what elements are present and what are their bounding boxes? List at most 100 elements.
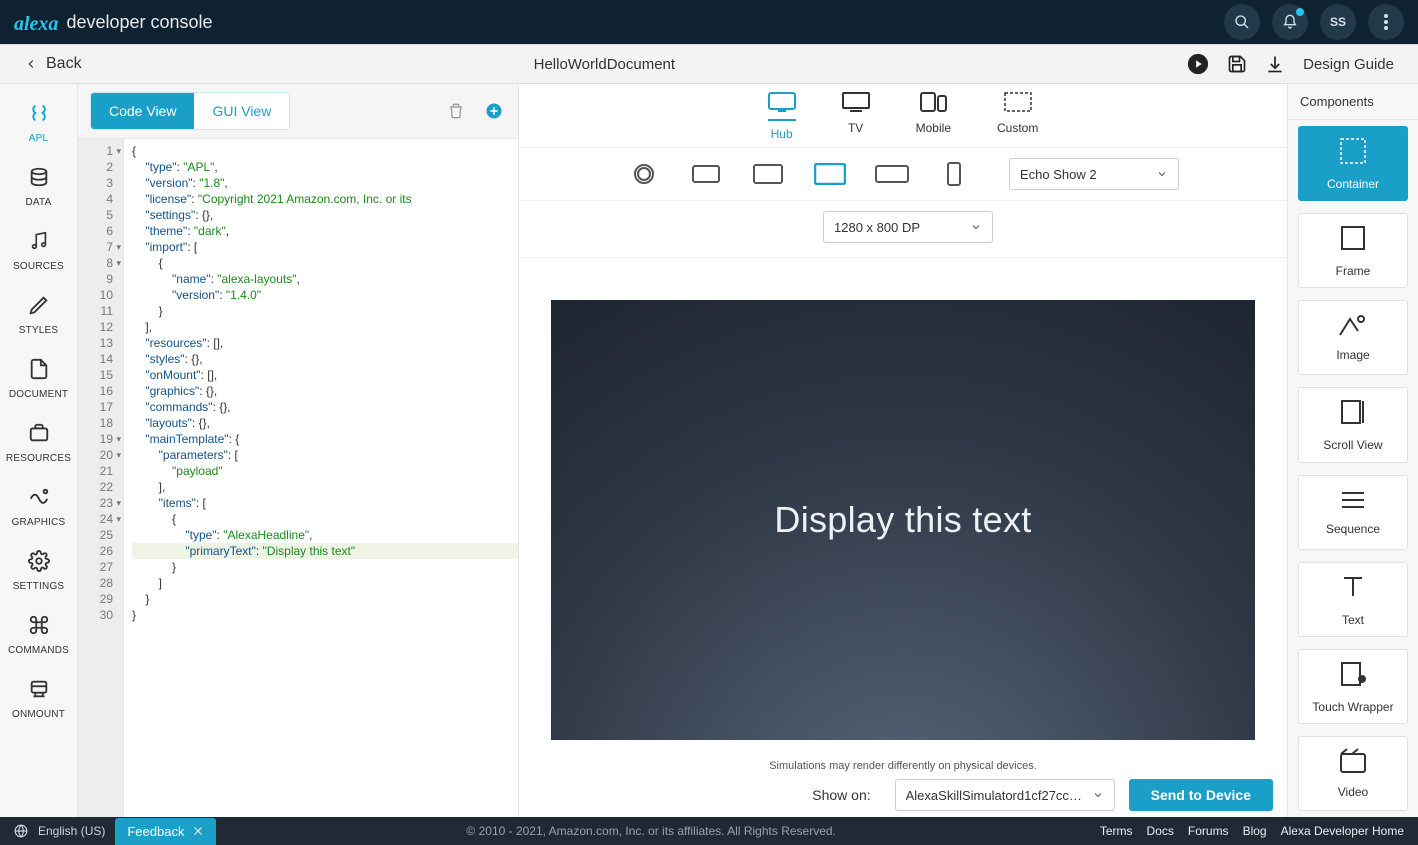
code-line[interactable]: "type": "AlexaHeadline", (132, 527, 518, 543)
component-touchwrapper[interactable]: Touch Wrapper (1298, 649, 1408, 724)
code-line[interactable]: "items": [ (132, 495, 518, 511)
alexa-logo: alexa (14, 13, 58, 36)
rail-item-data[interactable]: DATA (0, 158, 78, 216)
play-icon (1187, 53, 1209, 75)
code-line[interactable]: "type": "APL", (132, 159, 518, 175)
rail-item-graphics[interactable]: GRAPHICS (0, 478, 78, 536)
footer-link-blog[interactable]: Blog (1243, 824, 1267, 838)
code-line[interactable]: "onMount": [], (132, 367, 518, 383)
code-line[interactable]: "payload" (132, 463, 518, 479)
hub-icon (768, 92, 796, 121)
viewport-dp-select[interactable]: 1280 x 800 DP (823, 211, 993, 243)
code-line[interactable]: "name": "alexa-layouts", (132, 271, 518, 287)
rail-item-label: COMMANDS (8, 645, 69, 656)
show-on-select[interactable]: AlexaSkillSimulatord1cf27cc-79c5… (895, 779, 1115, 811)
code-line[interactable]: "import": [ (132, 239, 518, 255)
code-line[interactable]: "license": "Copyright 2021 Amazon.com, I… (132, 191, 518, 207)
design-guide-link[interactable]: Design Guide (1303, 56, 1394, 73)
document-icon (28, 358, 50, 385)
code-line[interactable]: { (132, 255, 518, 271)
device-tab-custom[interactable]: Custom (997, 92, 1038, 141)
code-line[interactable]: "parameters": [ (132, 447, 518, 463)
component-image[interactable]: Image (1298, 300, 1408, 375)
code-line[interactable]: "commands": {}, (132, 399, 518, 415)
canvas-headline-text: Display this text (774, 499, 1031, 541)
size-round[interactable] (627, 162, 661, 186)
code-line[interactable]: { (132, 511, 518, 527)
search-button[interactable] (1224, 4, 1260, 40)
code-line[interactable]: "version": "1.8", (132, 175, 518, 191)
rail-item-resources[interactable]: RESOURCES (0, 414, 78, 472)
notifications-button[interactable] (1272, 4, 1308, 40)
footer-link-docs[interactable]: Docs (1147, 824, 1174, 838)
rail-item-sources[interactable]: SOURCES (0, 222, 78, 280)
code-line[interactable]: "graphics": {}, (132, 383, 518, 399)
account-avatar[interactable]: SS (1320, 4, 1356, 40)
rail-item-onmount[interactable]: ONMOUNT (0, 670, 78, 728)
code-line[interactable]: "theme": "dark", (132, 223, 518, 239)
code-editor[interactable]: 1234567891011121314151617181920212223242… (78, 139, 518, 817)
footer-link-alexa-developer-home[interactable]: Alexa Developer Home (1281, 824, 1404, 838)
rail-item-commands[interactable]: COMMANDS (0, 606, 78, 664)
language-selector[interactable]: English (US) (38, 824, 105, 838)
chevron-down-icon (1156, 168, 1168, 180)
more-menu-button[interactable] (1368, 4, 1404, 40)
code-line[interactable]: "styles": {}, (132, 351, 518, 367)
device-category-tabs: Hub TV Mobile Custom (519, 84, 1287, 148)
code-line[interactable]: "version": "1.4.0" (132, 287, 518, 303)
component-text[interactable]: Text (1298, 562, 1408, 637)
component-scrollview[interactable]: Scroll View (1298, 387, 1408, 462)
rail-item-label: ONMOUNT (12, 709, 65, 720)
code-line[interactable]: "primaryText": "Display this text" (132, 543, 518, 559)
component-sequence[interactable]: Sequence (1298, 475, 1408, 550)
size-small-landscape[interactable] (689, 162, 723, 186)
size-medium-landscape[interactable] (751, 162, 785, 186)
code-line[interactable]: } (132, 559, 518, 575)
size-portrait[interactable] (937, 162, 971, 186)
code-line[interactable]: } (132, 303, 518, 319)
rail-item-styles[interactable]: STYLES (0, 286, 78, 344)
save-button[interactable] (1227, 54, 1247, 74)
copyright: © 2010 - 2021, Amazon.com, Inc. or its a… (226, 824, 1075, 838)
tab-gui-view[interactable]: GUI View (194, 93, 289, 129)
footer-link-forums[interactable]: Forums (1188, 824, 1229, 838)
device-tab-mobile[interactable]: Mobile (916, 92, 951, 141)
code-line[interactable]: } (132, 591, 518, 607)
component-label: Sequence (1326, 522, 1380, 536)
size-large-landscape[interactable] (813, 162, 847, 186)
component-video[interactable]: Video (1298, 736, 1408, 811)
add-button[interactable] (482, 99, 506, 123)
device-tab-hub[interactable]: Hub (768, 92, 796, 141)
rect-wide-icon (875, 165, 909, 183)
code-line[interactable]: } (132, 607, 518, 623)
play-button[interactable] (1187, 53, 1209, 75)
code-line[interactable]: "mainTemplate": { (132, 431, 518, 447)
code-line[interactable]: ], (132, 319, 518, 335)
rect-portrait-icon (947, 162, 961, 186)
code-line[interactable]: ] (132, 575, 518, 591)
code-line[interactable]: "layouts": {}, (132, 415, 518, 431)
device-tab-tv[interactable]: TV (842, 92, 870, 141)
tab-code-view[interactable]: Code View (91, 93, 194, 129)
video-icon (1338, 748, 1368, 777)
rail-item-document[interactable]: DOCUMENT (0, 350, 78, 408)
component-frame[interactable]: Frame (1298, 213, 1408, 288)
size-wide-landscape[interactable] (875, 162, 909, 186)
rail-item-settings[interactable]: SETTINGS (0, 542, 78, 600)
delete-button[interactable] (444, 99, 468, 123)
device-model-select[interactable]: Echo Show 2 (1009, 158, 1179, 190)
code-line[interactable]: "settings": {}, (132, 207, 518, 223)
rail-item-apl[interactable]: APL (0, 94, 78, 152)
code-line[interactable]: { (132, 143, 518, 159)
container-icon (1338, 136, 1368, 169)
feedback-button[interactable]: Feedback (115, 818, 216, 845)
send-to-device-button[interactable]: Send to Device (1129, 779, 1273, 811)
code-line[interactable]: "resources": [], (132, 335, 518, 351)
code-line[interactable]: ], (132, 479, 518, 495)
code-content[interactable]: { "type": "APL", "version": "1.8", "lice… (124, 139, 518, 817)
footer-link-terms[interactable]: Terms (1100, 824, 1133, 838)
component-container[interactable]: Container (1298, 126, 1408, 201)
export-button[interactable] (1265, 54, 1285, 74)
commands-icon (28, 614, 50, 641)
brand[interactable]: alexa developer console (14, 11, 213, 34)
